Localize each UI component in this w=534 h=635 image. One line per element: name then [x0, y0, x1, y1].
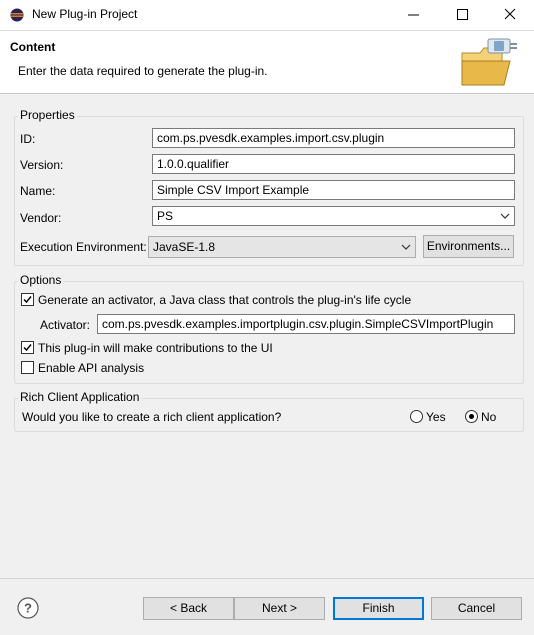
- close-button[interactable]: [490, 0, 530, 30]
- help-icon[interactable]: ?: [17, 597, 39, 619]
- cancel-button[interactable]: Cancel: [431, 597, 522, 620]
- vendor-label: Vendor:: [20, 211, 62, 225]
- generate-activator-label: Generate an activator, a Java class that…: [38, 293, 412, 307]
- svg-text:?: ?: [24, 601, 32, 616]
- properties-group-label: Properties: [18, 108, 77, 122]
- chevron-down-icon: [401, 244, 411, 250]
- window-title: New Plug-in Project: [32, 7, 138, 21]
- id-field[interactable]: com.ps.pvesdk.examples.import.csv.plugin: [152, 128, 515, 148]
- maximize-button[interactable]: [442, 0, 482, 30]
- minimize-icon: [408, 14, 419, 16]
- radio-selected-dot: [469, 414, 474, 419]
- rich-client-yes-label: Yes: [426, 410, 446, 424]
- rich-client-no-label: No: [481, 410, 497, 424]
- execution-environment-label: Execution Environment:: [20, 240, 147, 254]
- footer-separator: [0, 578, 534, 579]
- plugin-folder-icon: [461, 38, 517, 86]
- version-field[interactable]: 1.0.0.qualifier: [152, 154, 515, 174]
- name-label: Name:: [20, 184, 56, 198]
- checkmark-icon: [23, 296, 32, 304]
- version-label: Version:: [20, 158, 64, 172]
- close-icon: [504, 8, 516, 20]
- maximize-icon: [457, 9, 468, 20]
- rich-client-question: Would you like to create a rich client a…: [22, 410, 282, 424]
- options-group-label: Options: [18, 273, 64, 287]
- id-label: ID:: [20, 132, 36, 146]
- ui-contributions-label: This plug-in will make contributions to …: [38, 341, 273, 355]
- chevron-down-icon: [500, 213, 510, 219]
- name-field[interactable]: Simple CSV Import Example: [152, 180, 515, 200]
- page-title: Content: [10, 40, 56, 54]
- page-description: Enter the data required to generate the …: [18, 64, 268, 78]
- execution-environment-combo[interactable]: JavaSE-1.8: [148, 236, 416, 258]
- rich-client-group-label: Rich Client Application: [18, 390, 142, 404]
- vendor-combo[interactable]: PS: [152, 206, 515, 226]
- eclipse-icon: [10, 8, 24, 22]
- vendor-value: PS: [157, 209, 174, 223]
- api-analysis-label: Enable API analysis: [38, 361, 145, 375]
- execution-environment-value: JavaSE-1.8: [153, 240, 216, 254]
- wizard-header: Content Enter the data required to gener…: [0, 31, 534, 94]
- activator-field[interactable]: com.ps.pvesdk.examples.importplugin.csv.…: [97, 314, 515, 334]
- generate-activator-checkbox[interactable]: [21, 293, 34, 306]
- rich-client-yes-radio[interactable]: [410, 410, 423, 423]
- back-button[interactable]: < Back: [143, 597, 234, 620]
- finish-button[interactable]: Finish: [333, 597, 424, 620]
- checkmark-icon: [23, 344, 32, 352]
- next-button[interactable]: Next >: [234, 597, 325, 620]
- minimize-button[interactable]: [394, 0, 434, 30]
- rich-client-no-radio[interactable]: [465, 410, 478, 423]
- api-analysis-checkbox[interactable]: [21, 361, 34, 374]
- environments-button[interactable]: Environments...: [423, 235, 514, 258]
- title-bar: New Plug-in Project: [0, 0, 534, 31]
- ui-contributions-checkbox[interactable]: [21, 341, 34, 354]
- activator-label: Activator:: [40, 318, 91, 332]
